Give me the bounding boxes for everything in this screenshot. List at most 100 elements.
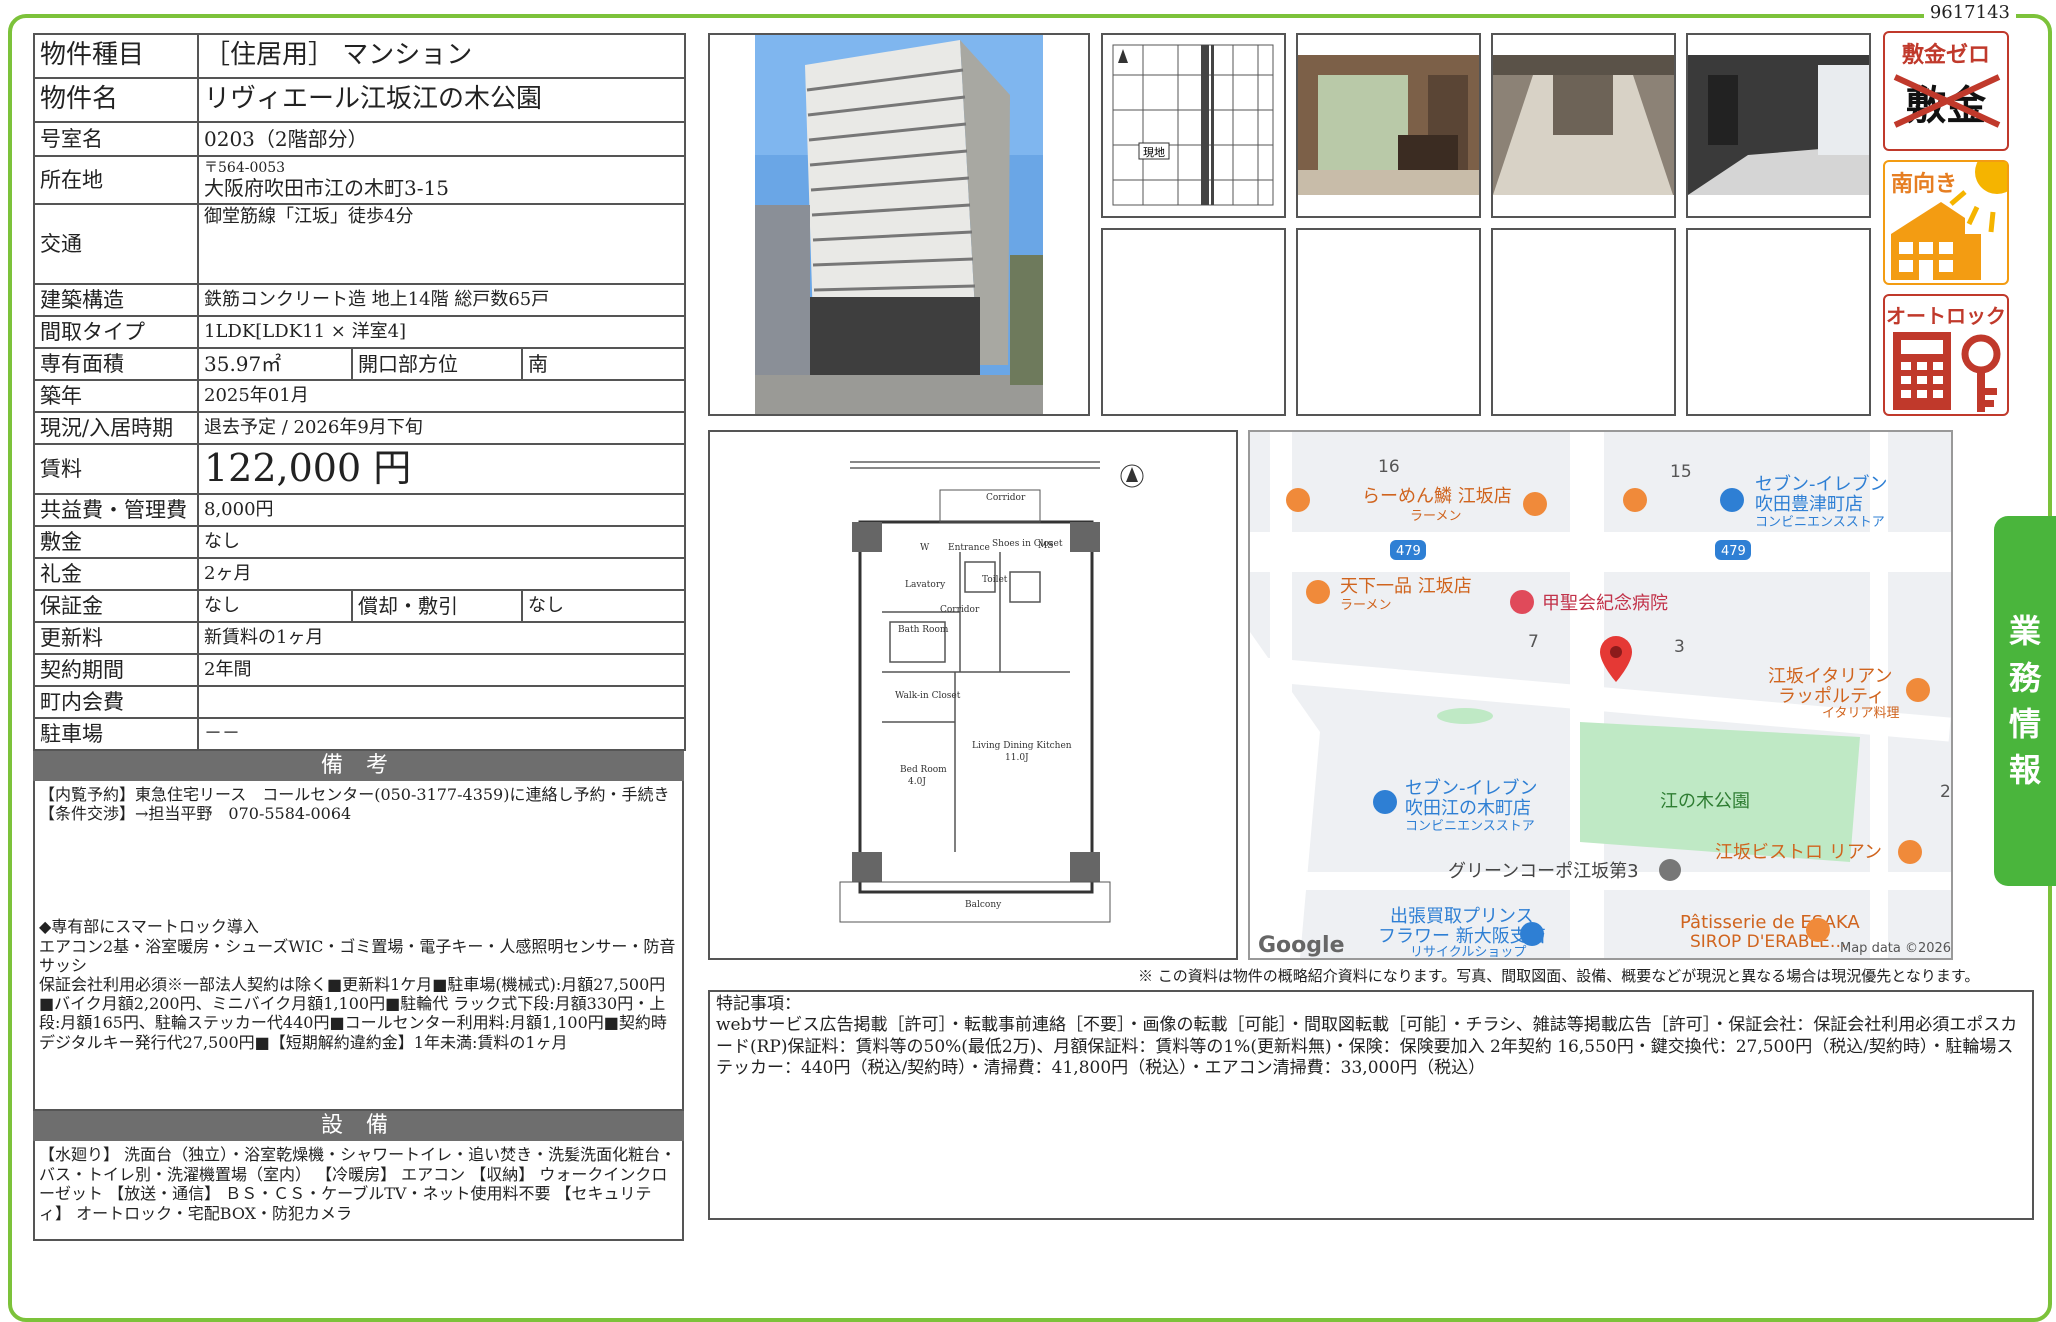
- poi-ramen-sub: ラーメン: [1410, 509, 1461, 524]
- label: 保証金: [33, 589, 199, 623]
- row-area: 専有面積 35.97㎡ 開口部方位 南: [33, 347, 686, 381]
- postal-code: 〒564-0053: [204, 160, 286, 177]
- row-rent: 賃料 122,000 円: [33, 443, 686, 495]
- value: 2ヶ月: [197, 557, 686, 591]
- row-address: 所在地 〒564-0053 大阪府吹田市江の木町3-15: [33, 155, 686, 205]
- poi-seven1-sub: コンビニエンスストア: [1755, 515, 1885, 530]
- value: なし: [197, 525, 686, 559]
- business-info-tab[interactable]: 業 務 情 報: [1994, 516, 2056, 886]
- row-parking: 駐車場 －－: [33, 717, 686, 751]
- fp-wc: W: [920, 543, 930, 553]
- value: 鉄筋コンクリート造 地上14階 総戸数65戸: [197, 283, 686, 317]
- map-data-credit: Map data ©2026: [1840, 941, 1951, 956]
- fp-lavatory: Lavatory: [905, 580, 946, 590]
- value: 2025年01月: [197, 379, 686, 413]
- value: 8,000円: [197, 493, 686, 527]
- label2: 償却・敷引: [351, 589, 523, 623]
- value2: 南: [521, 347, 686, 381]
- equipment-body: 【水廻り】 洗面台（独立）・浴室乾燥機・シャワートイレ・追い焚き・洗髪洗面化粧台…: [33, 1141, 684, 1241]
- fp-ldk: Living Dining Kitchen: [972, 741, 1072, 751]
- site-marker-label: 現地: [1143, 146, 1165, 159]
- row-deposit: 敷金 なし: [33, 525, 686, 559]
- equipment-header: 設 備: [33, 1111, 684, 1141]
- value2: なし: [521, 589, 686, 623]
- photo-placeholder: [1686, 228, 1871, 416]
- hallway-photo-thumbnail: [1686, 33, 1871, 218]
- poi-bistro: 江坂ビストロ リアン: [1715, 842, 1882, 863]
- value: －－: [197, 717, 686, 751]
- lobby-image: [1298, 35, 1479, 216]
- row-built: 築年 2025年01月: [33, 379, 686, 413]
- badge-auto-lock: オートロック: [1883, 294, 2009, 416]
- value: 新賃料の1ヶ月: [197, 621, 686, 655]
- area-map-image: 現地: [1103, 35, 1284, 216]
- poi-seven2-sub: コンビニエンスストア: [1405, 819, 1535, 834]
- floor-plan-drawing: Corridor Entrance Shoes in Closet W MS L…: [710, 432, 1236, 958]
- value: 〒564-0053 大阪府吹田市江の木町3-15: [197, 155, 686, 205]
- poi-tenka-sub: ラーメン: [1340, 598, 1391, 613]
- label: 町内会費: [33, 685, 199, 719]
- block-number: 16: [1378, 457, 1400, 477]
- poi-seven2: セブン-イレブン: [1405, 777, 1538, 799]
- fp-bed-size: 4.0J: [908, 777, 926, 787]
- poi-seven1b: 吹田豊津町店: [1755, 494, 1863, 515]
- label: 物件種目: [33, 33, 199, 79]
- row-type: 物件種目 ［住居用］ マンション: [33, 33, 686, 79]
- fp-entrance: Entrance: [948, 543, 990, 553]
- tab-char: 務: [2008, 658, 2041, 697]
- special-notes-title: 特記事項：: [716, 994, 801, 1014]
- google-logo: Google: [1258, 933, 1345, 958]
- remark-line: 【条件交渉】→担当平野 070-5584-0064: [39, 804, 352, 824]
- label: 共益費・管理費: [33, 493, 199, 527]
- value: ［住居用］ マンション: [197, 33, 686, 79]
- label: 現況/入居時期: [33, 411, 199, 445]
- row-access: 交通 御堂筋線「江坂」徒歩4分: [33, 203, 686, 285]
- fp-toilet: Toilet: [982, 575, 1008, 585]
- poi-ramen: らーめん鱗 江坂店: [1362, 486, 1512, 507]
- poi-hospital: 甲聖会紀念病院: [1542, 592, 1668, 614]
- remark-line: 【内覧予約】東急住宅リース コールセンター(050-3177-4359)に連絡し…: [39, 785, 670, 804]
- poi-prince-sub: リサイクルショップ: [1410, 945, 1526, 958]
- label: 号室名: [33, 121, 199, 157]
- row-room: 号室名 0203（2階部分）: [33, 121, 686, 157]
- label: 交通: [33, 203, 199, 285]
- fp-bath: Bath Room: [898, 625, 949, 635]
- building-image: [755, 35, 1043, 414]
- row-name: 物件名 リヴィエール江坂江の木公園: [33, 77, 686, 123]
- poi-italian2: ラッポルティ: [1778, 686, 1885, 707]
- label: 更新料: [33, 621, 199, 655]
- location-map: 479 479 16 15 7 3 2 らーめん鱗 江坂店 ラーメン セブン-イ…: [1248, 430, 1953, 960]
- property-info-panel: 物件種目 ［住居用］ マンション 物件名 リヴィエール江坂江の木公園 号室名 0…: [33, 33, 686, 1241]
- photo-placeholder: [1296, 228, 1481, 416]
- row-keymoney: 礼金 2ヶ月: [33, 557, 686, 591]
- fp-balcony: Balcony: [965, 900, 1002, 910]
- poi-prince: 出張買取プリンス: [1390, 906, 1534, 927]
- badge-deposit-zero-title: 敷金ゼロ: [1901, 43, 1990, 68]
- block-number: 2: [1940, 782, 1951, 802]
- row-guarantee: 保証金 なし 償却・敷引 なし: [33, 589, 686, 623]
- route-label: 479: [1721, 544, 1746, 559]
- row-contract: 契約期間 2年間: [33, 653, 686, 687]
- label: 契約期間: [33, 653, 199, 687]
- row-status: 現況/入居時期 退去予定 / 2026年9月下旬: [33, 411, 686, 445]
- remark-line: エアコン2基・浴室暖房・シューズWIC・ゴミ置場・電子キー・人感照明センサー・防…: [39, 936, 676, 975]
- row-structure: 建築構造 鉄筋コンクリート造 地上14階 総戸数65戸: [33, 283, 686, 317]
- property-table: 物件種目 ［住居用］ マンション 物件名 リヴィエール江坂江の木公園 号室名 0…: [33, 33, 686, 751]
- floor-plan: Corridor Entrance Shoes in Closet W MS L…: [708, 430, 1238, 960]
- block-number: 15: [1670, 462, 1692, 482]
- poi-seven2b: 吹田江の木町店: [1405, 798, 1531, 819]
- route-label: 479: [1396, 544, 1421, 559]
- area-map-thumbnail: 現地: [1101, 33, 1286, 218]
- value: [197, 685, 686, 719]
- fp-corridor2: Corridor: [940, 605, 980, 615]
- value: なし: [197, 589, 353, 623]
- poi-italian: 江坂イタリアン: [1768, 666, 1893, 687]
- remarks-header: 備 考: [33, 751, 684, 781]
- label2: 開口部方位: [351, 347, 523, 381]
- remark-spacer: [39, 823, 678, 917]
- photo-placeholder: [1491, 228, 1676, 416]
- label: 物件名: [33, 77, 199, 123]
- value: 2年間: [197, 653, 686, 687]
- badge-auto-lock-title: オートロック: [1886, 304, 2006, 328]
- cross-out-icon: [1893, 74, 2001, 128]
